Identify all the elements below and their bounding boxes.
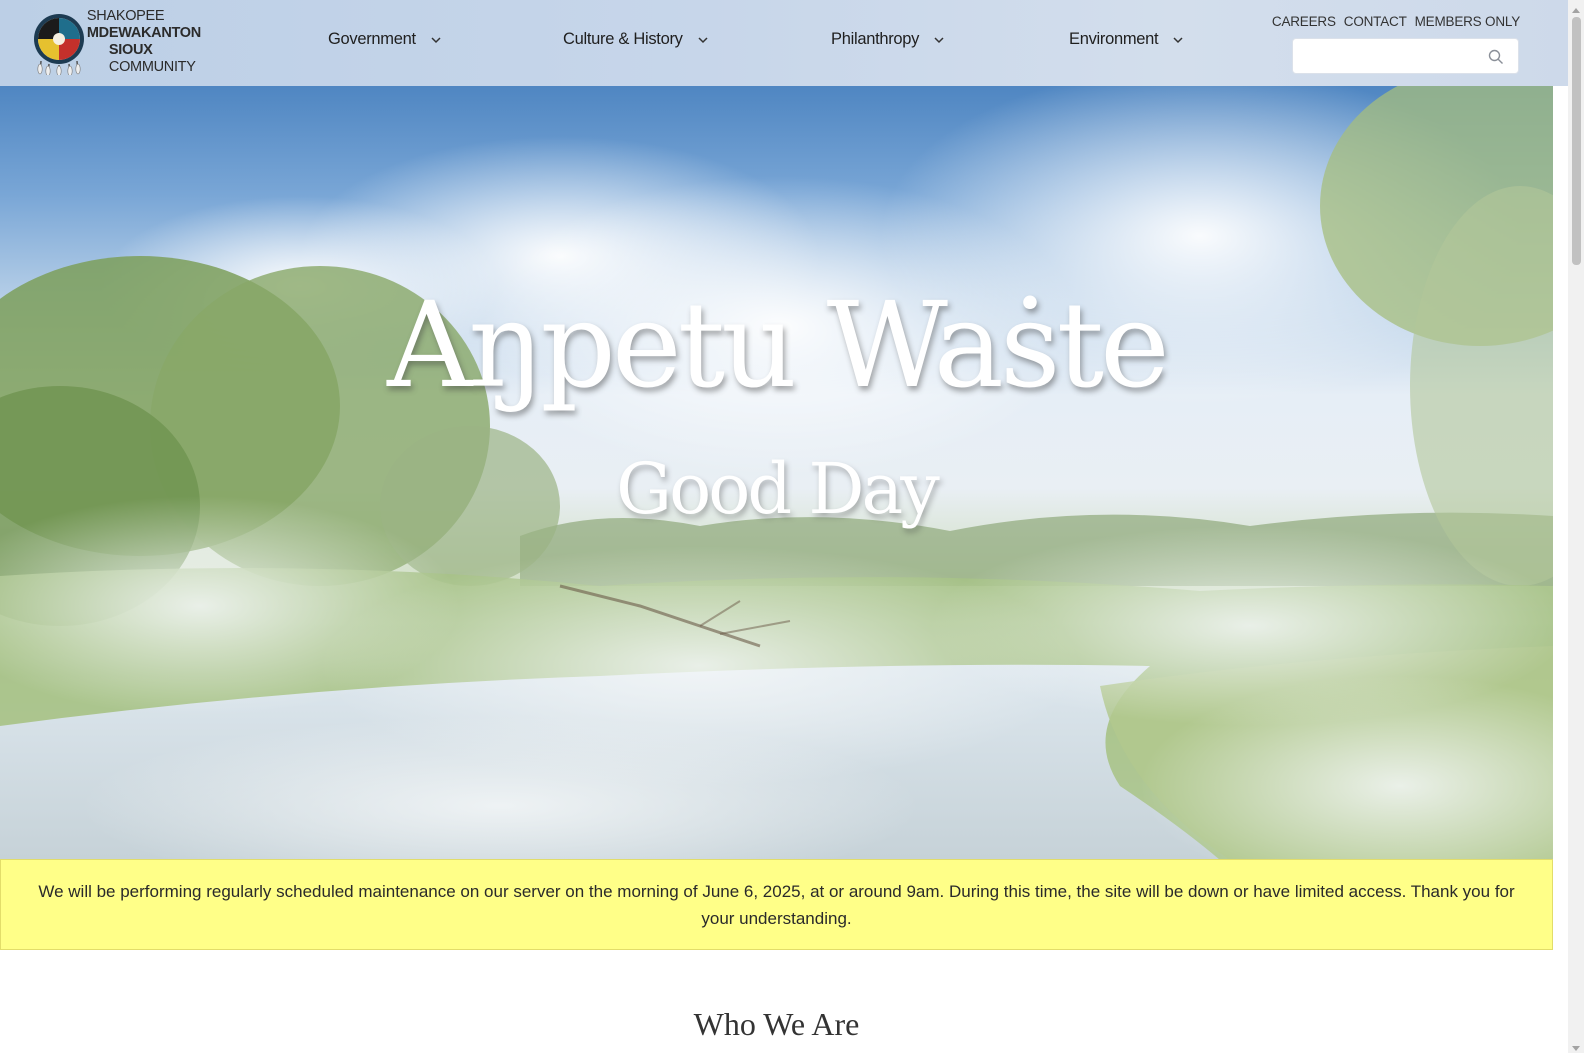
- contact-link[interactable]: CONTACT: [1344, 14, 1407, 29]
- utility-links: CAREERS CONTACT MEMBERS ONLY: [1272, 14, 1520, 29]
- hero-title: Aŋpetu Waṡte: [387, 276, 1170, 414]
- nav-item-label: Philanthropy: [831, 30, 920, 48]
- chevron-down-icon: [697, 34, 709, 46]
- scroll-up-arrow-icon[interactable]: [1571, 3, 1581, 13]
- hero-subtitle: Good Day: [616, 448, 940, 530]
- chevron-down-icon: [933, 34, 945, 46]
- logo-text-line1-light: SHAKOPEE: [86, 8, 165, 24]
- maintenance-notice-text: We will be performing regularly schedule…: [38, 882, 1515, 928]
- nav-item-label: Environment: [1069, 30, 1159, 48]
- hero-banner: Aŋpetu Waṡte Good Day: [0, 86, 1553, 860]
- maintenance-notice: We will be performing regularly schedule…: [0, 859, 1553, 950]
- site-header: SHAKOPEE MDEWAKANTON SIOUX COMMUNITY Gov…: [0, 0, 1568, 86]
- nav-item-label: Culture & History: [563, 30, 683, 48]
- search-icon[interactable]: [1488, 49, 1504, 65]
- nav-item-philanthropy[interactable]: Philanthropy: [831, 30, 945, 49]
- search-input[interactable]: [1293, 39, 1483, 73]
- chevron-down-icon: [1172, 34, 1184, 46]
- page-scrollbar[interactable]: [1568, 0, 1584, 1053]
- nav-item-environment[interactable]: Environment: [1069, 30, 1184, 49]
- who-we-are-heading: Who We Are: [693, 1006, 860, 1042]
- scrollbar-thumb[interactable]: [1572, 17, 1581, 265]
- nav-item-government[interactable]: Government: [328, 30, 442, 49]
- logo-text-line2-light: COMMUNITY: [108, 59, 196, 75]
- nav-item-culture-history[interactable]: Culture & History: [563, 30, 709, 49]
- careers-link[interactable]: CAREERS: [1272, 14, 1336, 29]
- search-box: [1292, 38, 1519, 74]
- nav-item-label: Government: [328, 30, 416, 48]
- scroll-down-arrow-icon[interactable]: [1571, 1040, 1581, 1051]
- members-only-link[interactable]: MEMBERS ONLY: [1415, 14, 1521, 29]
- chevron-down-icon: [430, 34, 442, 46]
